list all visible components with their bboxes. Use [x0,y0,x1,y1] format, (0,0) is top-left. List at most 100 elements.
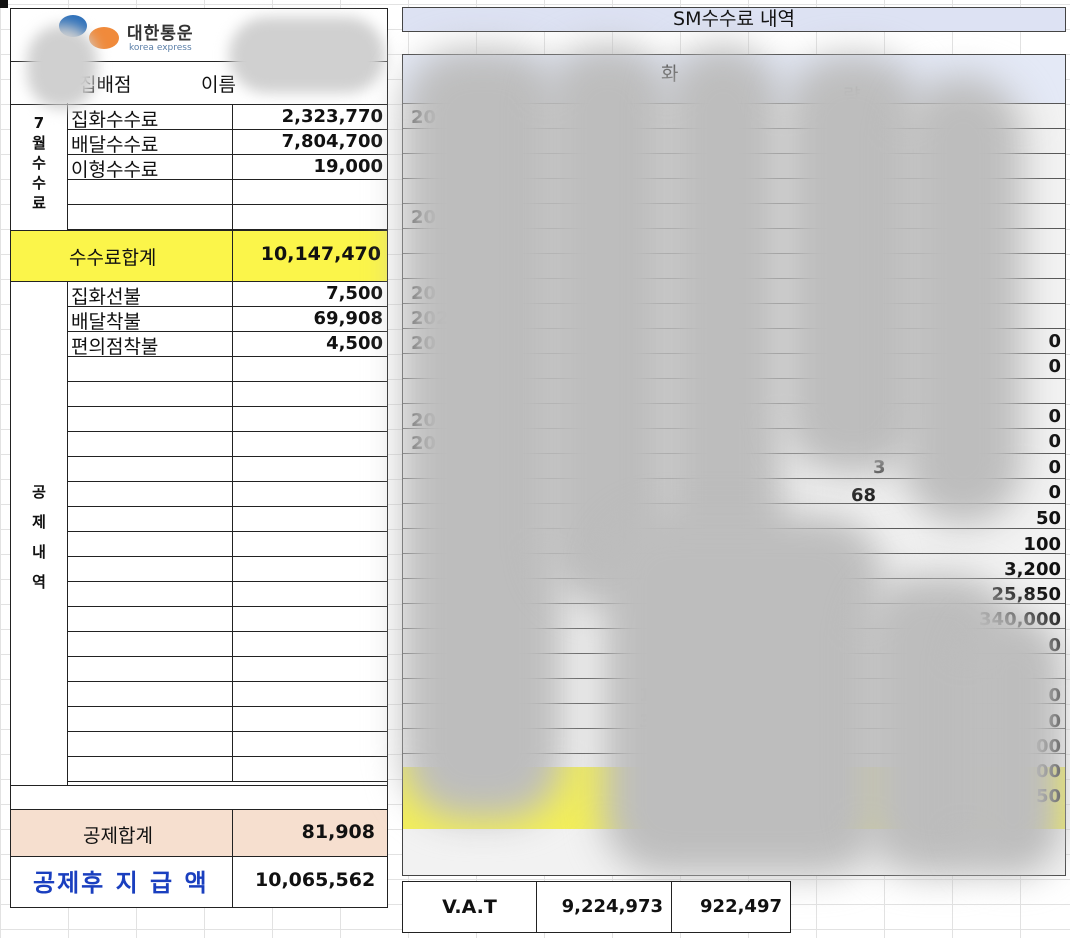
redaction-smear [963,615,1063,875]
redaction-smear [403,49,563,819]
vertical-char: 제 [32,513,46,531]
cell-divider [232,306,233,331]
cell-divider [232,231,233,281]
amount-fragment: 0 [1048,431,1061,452]
cell-divider [232,606,233,631]
fee-label: 집화수수료 [71,109,159,131]
fee-value: 2,323,770 [281,106,383,127]
amount-fragment: 50 [1035,508,1061,529]
deduction-row: 집화선불 7,500 [67,281,387,308]
fee-total-row: 수수료합계 10,147,470 [11,230,387,282]
vat-row: V.A.T 9,224,973 922,497 [402,881,791,933]
vat-amount: 922,497 [672,882,790,932]
cell-divider [232,356,233,381]
deduction-vertical-label: 공 제 내 역 [29,477,49,597]
cell-divider [232,281,233,306]
deduction-row: 배달착불 69,908 [67,306,387,333]
empty-deduction-row [67,381,387,407]
fee-value: 7,804,700 [281,131,383,152]
vertical-char: 역 [32,573,46,591]
empty-deduction-row [67,656,387,682]
fee-row: 이형수수료 19,000 [67,154,387,181]
fee-value: 19,000 [313,156,383,177]
amount-fragment: 0 [1048,457,1061,478]
redaction-blur [27,25,97,109]
cell-divider [232,406,233,431]
fee-row: 배달수수료 7,804,700 [67,129,387,156]
corner-marker [0,0,8,8]
vat-base-amount: 9,224,973 [537,882,672,932]
fee-label: 배달수수료 [71,134,159,156]
cell-divider [232,656,233,681]
empty-deduction-row [67,731,387,757]
empty-deduction-row [67,356,387,382]
cell-divider [232,855,233,907]
cell-divider [232,731,233,756]
sm-fee-title: SM수수료 내역 [402,7,1066,32]
redaction-smear [603,515,883,875]
cell-divider [232,129,233,154]
name-label: 이름 [201,74,236,96]
fee-label: 이형수수료 [71,159,159,181]
amount-fragment: 0 [1048,356,1061,377]
cell-divider [232,331,233,356]
cell-divider [232,104,233,129]
amount-fragment: 3,200 [1004,559,1061,580]
vertical-char: 월 [32,134,46,152]
logo-wordmark: 대한통운 [127,24,194,44]
month-fee-vertical-label: 7 월 수 수 료 [29,113,49,213]
deduction-label: 편의점착불 [71,336,159,358]
cell-divider [232,756,233,781]
sm-fee-table: 화 량 20 20 20 202 20 20 20 0 0 0 0 0 0 50… [402,45,1066,876]
cell-divider [232,204,233,229]
cell-divider [232,481,233,506]
empty-deduction-row [67,556,387,582]
vertical-char: 수 [32,154,46,172]
cell-divider [232,631,233,656]
deduction-total-row: 공제합계 81,908 [11,809,387,857]
deduction-total-value: 81,908 [301,821,375,843]
cell-divider [232,179,233,204]
empty-deduction-row [67,531,387,557]
row-border [11,785,387,786]
cell-divider [232,706,233,731]
empty-deduction-row [67,606,387,632]
net-payment-label: 공제후 지 급 액 [33,869,209,897]
deduction-value: 7,500 [326,283,383,304]
cell-divider [232,681,233,706]
cell-divider [232,531,233,556]
vat-amount-text: 922,497 [700,896,782,917]
empty-deduction-row [67,456,387,482]
deduction-label: 집화선불 [71,286,141,308]
deduction-value: 4,500 [326,333,383,354]
vertical-char: 료 [32,194,46,212]
settlement-sheet: 대한통운 korea express 집배점 이름 7 월 수 수 료 집화수수… [10,8,388,908]
amount-fragment: 0 [1048,482,1061,503]
empty-deduction-row [67,631,387,657]
amount-fragment: 100 [1023,534,1061,555]
vat-label: V.A.T [403,882,537,932]
vertical-char: 내 [32,543,46,561]
fee-total-label: 수수료합계 [69,247,157,269]
deduction-total-label: 공제합계 [83,825,153,847]
cell-divider [232,556,233,581]
redaction-smear [783,55,923,475]
net-payment-value: 10,065,562 [255,869,376,891]
redaction-blur [229,17,385,93]
deduction-label: 배달착불 [71,311,141,333]
amount-fragment: 0 [1048,406,1061,427]
fee-row [67,204,387,230]
vat-base-text: 9,224,973 [561,896,663,917]
fee-total-value: 10,147,470 [260,243,381,265]
cell-divider [232,381,233,406]
logo-tagline: korea express [129,43,192,53]
empty-deduction-row [67,681,387,707]
empty-deduction-row [67,506,387,532]
empty-deduction-row [67,706,387,732]
vertical-char: 7 [33,114,45,132]
cell-divider [232,431,233,456]
net-payment-row: 공제후 지 급 액 10,065,562 [11,855,387,907]
amount-fragment: 0 [1048,331,1061,352]
deduction-row: 편의점착불 4,500 [67,331,387,358]
cell-divider [232,456,233,481]
